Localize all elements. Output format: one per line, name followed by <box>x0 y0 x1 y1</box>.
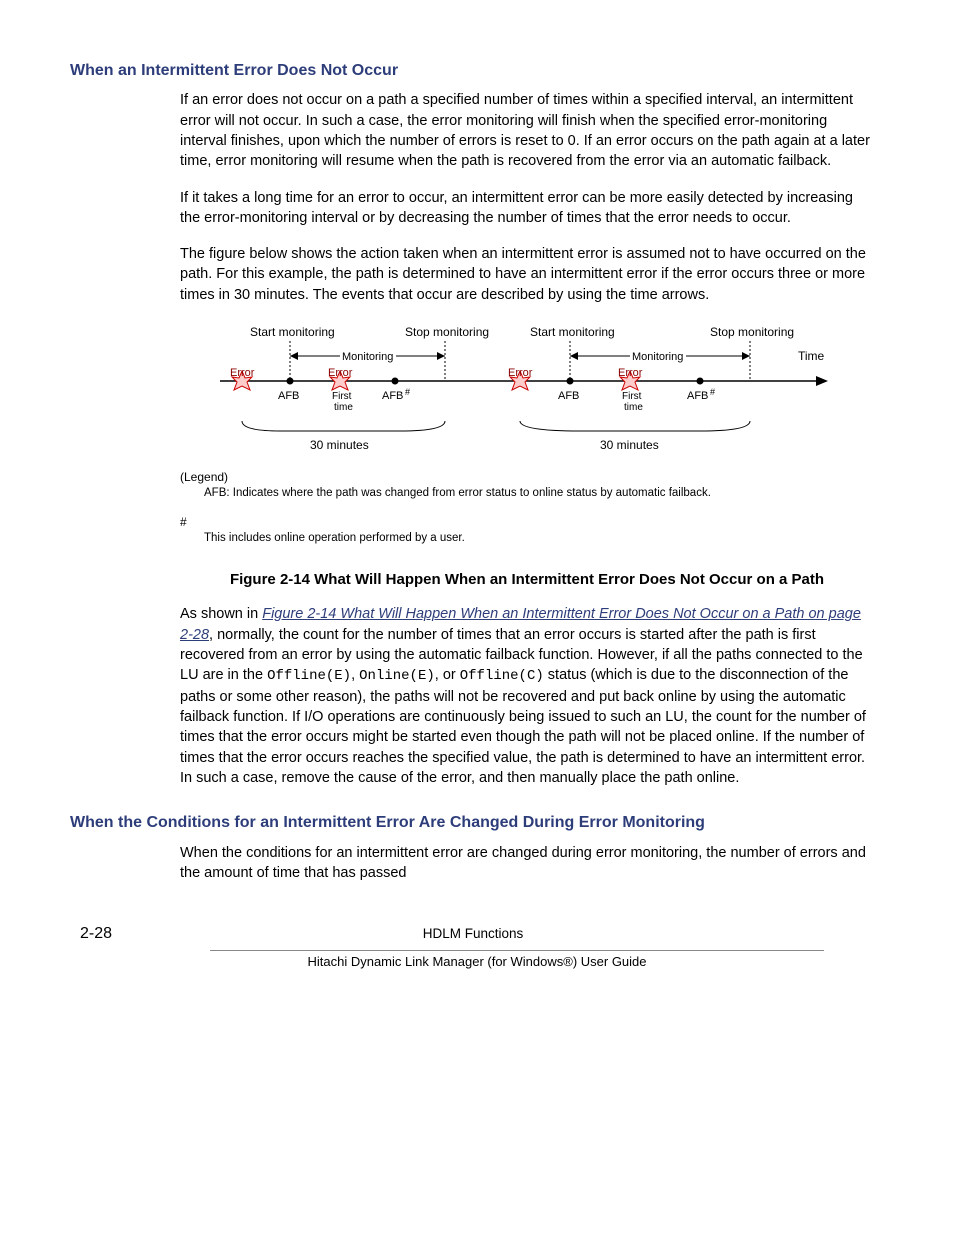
legend-afb-desc: AFB: Indicates where the path was change… <box>204 487 711 499</box>
figure-caption: Figure 2-14 What Will Happen When an Int… <box>180 569 874 590</box>
legend-hash-desc: This includes online operation performed… <box>204 532 465 544</box>
paragraph: When the conditions for an intermittent … <box>180 843 874 884</box>
label-afb-hash: AFB <box>382 390 403 402</box>
text-run: , or <box>435 667 460 683</box>
label-start-monitoring: Start monitoring <box>530 325 615 339</box>
text-run: , <box>351 667 359 683</box>
paragraph: The figure below shows the action taken … <box>180 244 874 305</box>
label-error: Error <box>230 367 255 379</box>
label-time-small: time <box>334 402 353 413</box>
body-block-2: When the conditions for an intermittent … <box>180 843 874 884</box>
label-30min: 30 minutes <box>600 438 659 452</box>
hash-sup: # <box>405 387 410 397</box>
body-block-1: If an error does not occur on a path a s… <box>180 90 874 788</box>
legend-label: (Legend) <box>180 470 228 484</box>
code-offline-e: Offline(E) <box>267 668 351 684</box>
figure-2-14: Start monitoring Stop monitoring Start m… <box>180 321 874 557</box>
timeline-diagram: Start monitoring Stop monitoring Start m… <box>180 321 840 551</box>
label-afb: AFB <box>558 390 579 402</box>
label-afb-hash: AFB <box>687 390 708 402</box>
label-stop-monitoring: Stop monitoring <box>405 325 489 339</box>
label-error: Error <box>618 367 643 379</box>
footer-section-title: HDLM Functions <box>112 925 834 944</box>
label-time: Time <box>798 349 825 363</box>
label-afb: AFB <box>278 390 299 402</box>
label-first: First <box>622 391 642 402</box>
label-monitoring: Monitoring <box>342 351 393 363</box>
page-number: 2-28 <box>80 923 112 945</box>
paragraph: If an error does not occur on a path a s… <box>180 90 874 171</box>
paragraph: If it takes a long time for an error to … <box>180 188 874 229</box>
footer-rule <box>210 950 824 951</box>
footer-doc-title: Hitachi Dynamic Link Manager (for Window… <box>70 953 884 971</box>
label-first: First <box>332 391 352 402</box>
label-start-monitoring: Start monitoring <box>250 325 335 339</box>
code-offline-c: Offline(C) <box>460 668 544 684</box>
hash-sup: # <box>710 387 715 397</box>
paragraph-with-link: As shown in Figure 2-14 What Will Happen… <box>180 604 874 788</box>
text-run: status (which is due to the disconnectio… <box>180 667 866 786</box>
text-run: As shown in <box>180 606 262 622</box>
label-time-small: time <box>624 402 643 413</box>
page-footer: 2-28 HDLM Functions Hitachi Dynamic Link… <box>70 923 884 971</box>
label-monitoring: Monitoring <box>632 351 683 363</box>
section-heading-conditions-changed: When the Conditions for an Intermittent … <box>70 812 884 834</box>
section-heading-no-error: When an Intermittent Error Does Not Occu… <box>70 60 884 82</box>
label-stop-monitoring: Stop monitoring <box>710 325 794 339</box>
label-error: Error <box>328 367 353 379</box>
label-30min: 30 minutes <box>310 438 369 452</box>
legend-hash: # <box>180 515 187 529</box>
code-online-e: Online(E) <box>359 668 435 684</box>
label-error: Error <box>508 367 533 379</box>
